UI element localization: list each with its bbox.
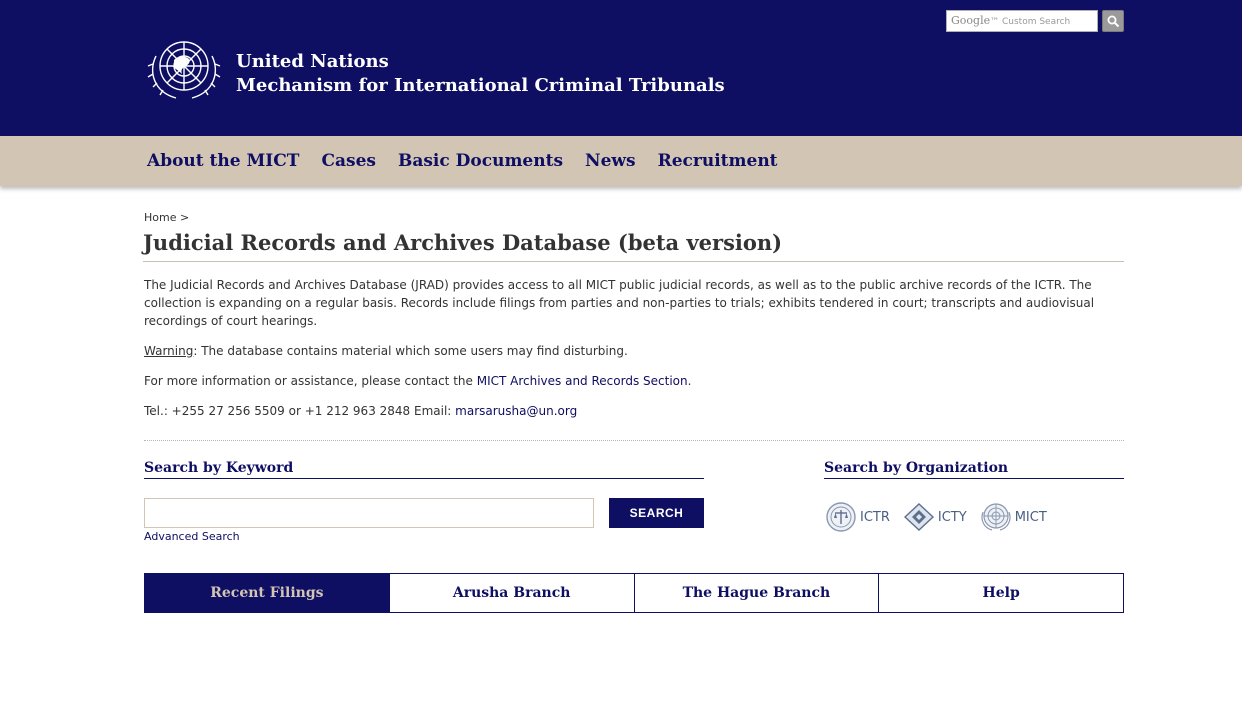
warning-paragraph: Warning: The database contains material … [144,342,1124,360]
tab-help[interactable]: Help [878,574,1123,612]
search-by-organization-heading: Search by Organization [824,460,1124,479]
tab-arusha-branch[interactable]: Arusha Branch [388,574,634,612]
tel-email-paragraph: Tel.: +255 27 256 5509 or +1 212 963 284… [144,402,1124,420]
brand-line-united-nations: United Nations [236,51,389,72]
google-logo-text: Google [951,14,991,27]
tab-hague-branch[interactable]: The Hague Branch [633,574,879,612]
organization-list: ICTR ICTY MICT [824,502,1059,532]
google-custom-search-input[interactable]: Google™ Custom Search [946,10,1098,32]
advanced-search-link[interactable]: Advanced Search [144,530,240,543]
keyword-search-input[interactable] [144,498,594,528]
org-ictr[interactable]: ICTR [824,502,890,532]
divider [144,440,1124,441]
contact-text: For more information or assistance, plea… [144,374,477,388]
nav-item-recruitment[interactable]: Recruitment [658,151,778,171]
header-search-button[interactable] [1102,10,1124,32]
search-icon [1107,15,1119,27]
breadcrumb[interactable]: Home > [144,211,189,224]
mict-un-emblem-icon [981,503,1011,531]
keyword-search-button[interactable]: SEARCH [609,498,704,528]
warning-text: : The database contains material which s… [193,344,628,358]
brand-title[interactable]: United Nations Mechanism for Internation… [236,50,725,98]
contact-paragraph: For more information or assistance, plea… [144,372,1124,390]
main-nav: About the MICT Cases Basic Documents New… [0,136,1242,186]
nav-item-cases[interactable]: Cases [321,151,376,171]
nav-item-news[interactable]: News [585,151,636,171]
search-by-keyword-heading: Search by Keyword [144,460,704,479]
org-label-ictr: ICTR [860,509,890,525]
un-emblem-icon[interactable] [144,36,224,104]
site-header: United Nations Mechanism for Internation… [0,0,1242,136]
org-label-icty: ICTY [937,509,967,525]
org-mict[interactable]: MICT [979,502,1047,532]
ictr-emblem-icon [826,502,856,532]
tab-recent-filings[interactable]: Recent Filings [145,574,389,612]
archives-section-link[interactable]: MICT Archives and Records Section [477,374,688,388]
nav-item-about[interactable]: About the MICT [147,151,299,171]
tel-text: Tel.: +255 27 256 5509 or +1 212 963 284… [144,404,456,418]
email-link[interactable]: marsarusha@un.org [455,404,577,418]
search-placeholder: Custom Search [1001,17,1071,27]
page-title: Judicial Records and Archives Database (… [143,230,1124,262]
warning-label: Warning [144,344,194,358]
intro-paragraph: The Judicial Records and Archives Databa… [144,278,1095,328]
nav-item-basic-documents[interactable]: Basic Documents [398,151,563,171]
tab-bar: Recent Filings Arusha Branch The Hague B… [144,573,1124,613]
contact-end: . [687,374,692,388]
google-tm: ™ [990,17,1000,27]
org-label-mict: MICT [1014,509,1047,525]
brand-line-mechanism: Mechanism for International Criminal Tri… [236,75,725,96]
icty-emblem-icon [903,503,934,531]
org-icty[interactable]: ICTY [902,502,967,532]
